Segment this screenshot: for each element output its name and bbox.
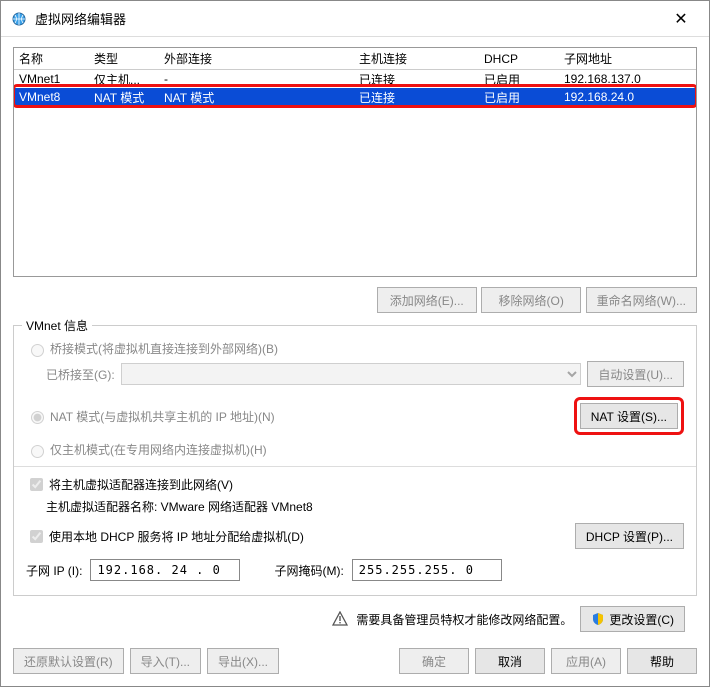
bridge-mode-radio[interactable]: 桥接模式(将虚拟机直接连接到外部网络)(B)	[26, 340, 684, 357]
hostonly-radio-input[interactable]	[31, 445, 44, 458]
highlight-nat-button: NAT 设置(S)...	[574, 397, 684, 435]
remove-network-button[interactable]: 移除网络(O)	[481, 287, 581, 313]
use-dhcp-checkbox[interactable]	[30, 530, 43, 543]
nat-settings-button[interactable]: NAT 设置(S)...	[580, 403, 678, 429]
bottom-bar: 还原默认设置(R) 导入(T)... 导出(X)... 确定 取消 应用(A) …	[1, 640, 709, 686]
shield-icon	[591, 612, 605, 626]
host-adapter-name: 主机虚拟适配器名称: VMware 网络适配器 VMnet8	[46, 498, 684, 515]
subnet-mask-label: 子网掩码(M):	[274, 562, 343, 579]
restore-defaults-button[interactable]: 还原默认设置(R)	[13, 648, 124, 674]
group-title: VMnet 信息	[22, 317, 92, 334]
vnet-editor-window: 虚拟网络编辑器 ✕ 名称 类型 外部连接 主机连接 DHCP 子网地址 VMne…	[0, 0, 710, 687]
vmnet-info-group: VMnet 信息 桥接模式(将虚拟机直接连接到外部网络)(B) 已桥接至(G):…	[13, 325, 697, 596]
col-name: 名称	[14, 49, 89, 68]
table-header: 名称 类型 外部连接 主机连接 DHCP 子网地址	[14, 48, 696, 70]
titlebar: 虚拟网络编辑器 ✕	[1, 1, 709, 37]
add-network-button[interactable]: 添加网络(E)...	[377, 287, 477, 313]
subnet-ip-input[interactable]	[90, 559, 240, 581]
col-subnet: 子网地址	[559, 49, 696, 68]
nat-radio-input[interactable]	[31, 411, 44, 424]
admin-note: 需要具备管理员特权才能修改网络配置。	[356, 611, 572, 628]
admin-row: 需要具备管理员特权才能修改网络配置。 更改设置(C)	[13, 596, 697, 634]
network-buttons: 添加网络(E)... 移除网络(O) 重命名网络(W)...	[13, 277, 697, 319]
col-host: 主机连接	[354, 49, 479, 68]
ok-button[interactable]: 确定	[399, 648, 469, 674]
help-button[interactable]: 帮助	[627, 648, 697, 674]
subnet-ip-label: 子网 IP (I):	[26, 562, 82, 579]
window-title: 虚拟网络编辑器	[35, 9, 661, 28]
bridged-to-row: 已桥接至(G): 自动设置(U)...	[46, 361, 684, 387]
subnet-row: 子网 IP (I): 子网掩码(M):	[26, 559, 684, 581]
use-dhcp-check[interactable]: 使用本地 DHCP 服务将 IP 地址分配给虚拟机(D)	[26, 527, 304, 546]
connect-host-check[interactable]: 将主机虚拟适配器连接到此网络(V)	[26, 475, 684, 494]
col-dhcp: DHCP	[479, 51, 559, 67]
nat-mode-radio[interactable]: NAT 模式(与虚拟机共享主机的 IP 地址)(N)	[26, 408, 275, 425]
bridged-to-label: 已桥接至(G):	[46, 366, 115, 383]
hostonly-mode-radio[interactable]: 仅主机模式(在专用网络内连接虚拟机)(H)	[26, 441, 684, 458]
export-button[interactable]: 导出(X)...	[207, 648, 279, 674]
rename-network-button[interactable]: 重命名网络(W)...	[586, 287, 697, 313]
close-icon[interactable]: ✕	[661, 9, 701, 29]
network-table[interactable]: 名称 类型 外部连接 主机连接 DHCP 子网地址 VMnet1 仅主机... …	[13, 47, 697, 277]
bridged-to-select[interactable]	[121, 363, 582, 385]
dhcp-settings-button[interactable]: DHCP 设置(P)...	[575, 523, 684, 549]
auto-bridge-button[interactable]: 自动设置(U)...	[587, 361, 684, 387]
import-button[interactable]: 导入(T)...	[130, 648, 201, 674]
table-row[interactable]: VMnet1 仅主机... - 已连接 已启用 192.168.137.0	[14, 70, 696, 88]
warning-icon	[332, 611, 348, 627]
cancel-button[interactable]: 取消	[475, 648, 545, 674]
connect-host-checkbox[interactable]	[30, 478, 43, 491]
col-type: 类型	[89, 49, 159, 68]
table-row[interactable]: VMnet8 NAT 模式 NAT 模式 已连接 已启用 192.168.24.…	[14, 88, 696, 106]
col-ext: 外部连接	[159, 49, 354, 68]
bridge-radio-input[interactable]	[31, 344, 44, 357]
subnet-mask-input[interactable]	[352, 559, 502, 581]
change-settings-button[interactable]: 更改设置(C)	[580, 606, 685, 632]
app-icon	[9, 9, 29, 29]
apply-button[interactable]: 应用(A)	[551, 648, 621, 674]
content-area: 名称 类型 外部连接 主机连接 DHCP 子网地址 VMnet1 仅主机... …	[1, 37, 709, 640]
